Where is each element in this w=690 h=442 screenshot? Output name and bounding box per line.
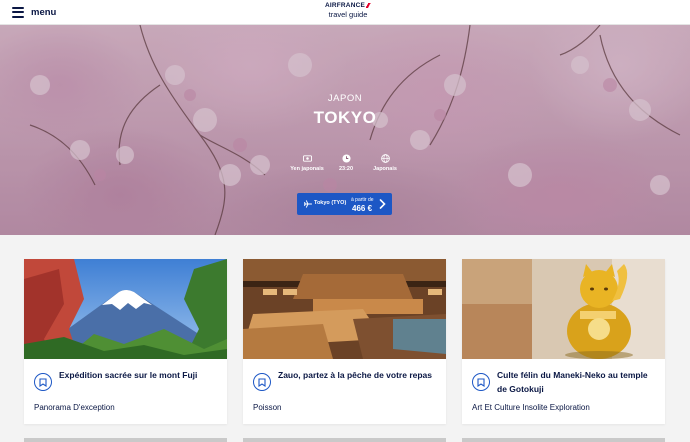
cta-price: 466 € <box>352 204 373 213</box>
menu-label: menu <box>31 6 57 18</box>
bookmark-icon <box>39 377 47 387</box>
card-tag: Art Et Culture Insolite Exploration <box>472 403 590 412</box>
menu-button[interactable]: menu <box>12 5 56 19</box>
maneki-neko-photo <box>462 259 665 359</box>
next-card-peek <box>243 438 446 442</box>
flight-cta-button[interactable]: Tokyo (TYO) à partir de 466 € <box>297 193 392 215</box>
mount-fuji-photo <box>24 259 227 359</box>
hero-city: TOKYO <box>313 108 377 127</box>
bookmark-button[interactable] <box>253 373 271 391</box>
bookmark-button[interactable] <box>472 373 490 391</box>
card-title: Culte félin du Maneki-Neko au temple de … <box>497 370 648 394</box>
hero-banner: JAPON TOKYO Yen japonais 23:20 Japonais … <box>0 25 690 235</box>
globe-icon <box>380 154 390 163</box>
card-tag: Panorama D'exception <box>34 403 115 412</box>
cta-from-label: à partir de <box>351 197 374 203</box>
logo-subtitle: travel guide <box>328 9 368 19</box>
fact-language-label: Japonais <box>373 166 397 172</box>
bookmark-button[interactable] <box>34 373 52 391</box>
clock-icon <box>341 154 351 163</box>
hero-country: JAPON <box>327 93 363 104</box>
top-bar: menu AIRFRANCE travel guide <box>0 0 690 25</box>
fact-language: Japonais <box>368 154 402 184</box>
fact-time: 23:20 <box>329 154 363 184</box>
plane-icon <box>304 200 312 208</box>
brand-stripe-icon <box>366 3 372 8</box>
next-card-peek <box>24 438 227 442</box>
cta-destination: Tokyo (TYO) <box>314 200 347 206</box>
fact-time-label: 23:20 <box>338 166 354 172</box>
next-card-peek <box>462 438 665 442</box>
fact-currency-label: Yen japonais <box>290 166 324 172</box>
article-card[interactable]: Culte félin du Maneki-Neko au temple de … <box>462 259 665 424</box>
logo-brand: AIRFRANCE <box>324 2 366 10</box>
chevron-right-icon <box>379 199 386 209</box>
card-title: Zauo, partez à la pêche de votre repas <box>278 370 433 380</box>
hamburger-icon <box>12 6 24 18</box>
card-tag: Poisson <box>253 403 282 412</box>
fact-currency: Yen japonais <box>290 154 324 184</box>
restaurant-photo <box>243 259 446 359</box>
destination-facts: Yen japonais 23:20 Japonais <box>290 154 402 184</box>
article-card[interactable]: Zauo, partez à la pêche de votre repas P… <box>243 259 446 424</box>
bookmark-icon <box>477 377 485 387</box>
airfrance-logo[interactable]: AIRFRANCE travel guide <box>318 2 378 19</box>
card-title: Expédition sacrée sur le mont Fuji <box>59 370 198 380</box>
bookmark-icon <box>258 377 266 387</box>
banknote-icon <box>302 155 312 162</box>
article-card[interactable]: Expédition sacrée sur le mont Fuji Panor… <box>24 259 227 424</box>
